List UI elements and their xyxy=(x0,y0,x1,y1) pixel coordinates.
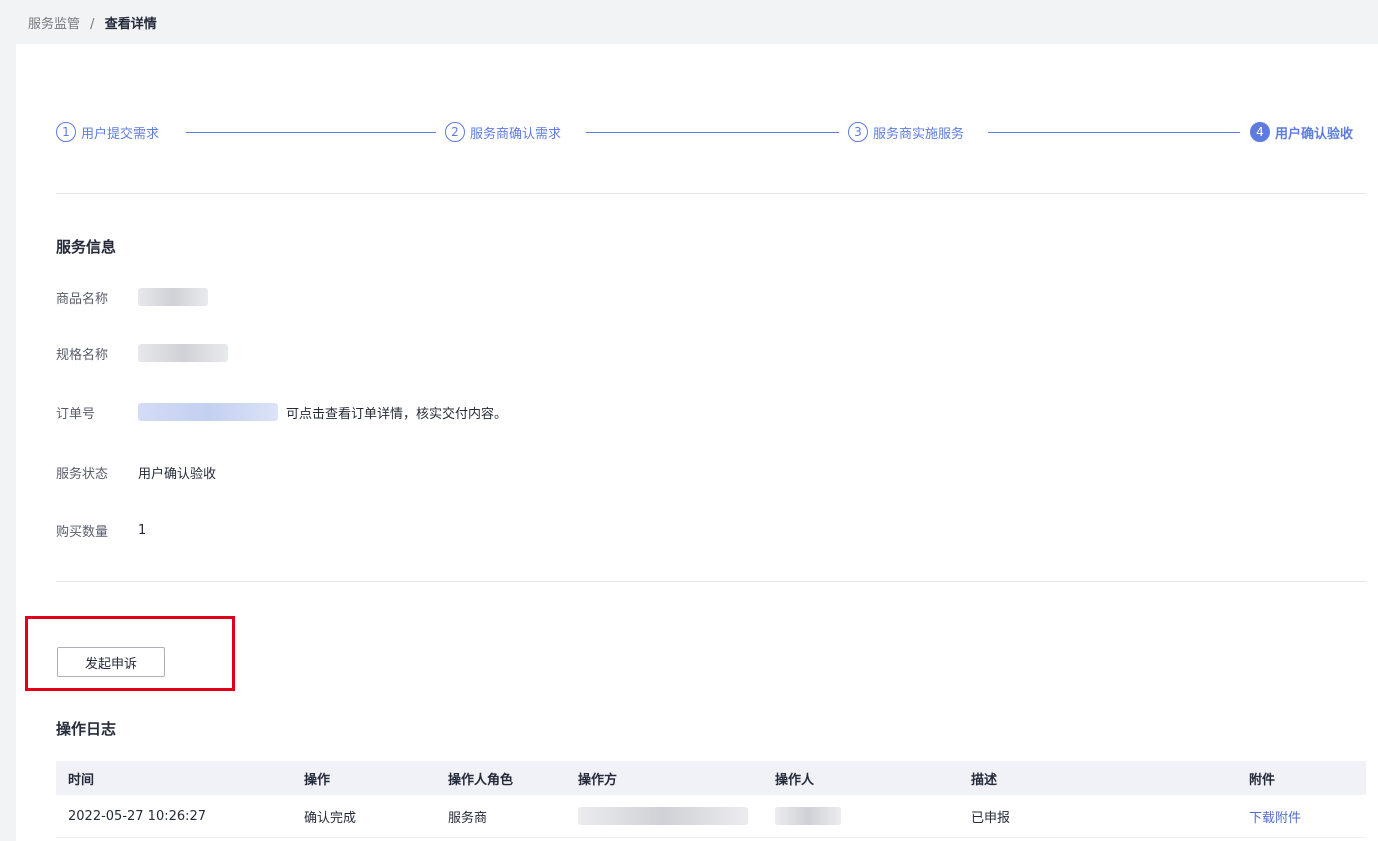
cell-role: 服务商 xyxy=(436,795,566,838)
spec-name-row: 规格名称 xyxy=(56,342,228,364)
order-note: 可点击查看订单详情，核实交付内容。 xyxy=(286,406,508,422)
quantity-row: 购买数量 1 xyxy=(56,519,146,541)
operator-redacted xyxy=(775,807,841,825)
breadcrumb: 服务监管 / 查看详情 xyxy=(28,13,157,32)
order-no-row: 订单号 可点击查看订单详情，核实交付内容。 xyxy=(56,401,507,423)
product-name-row: 商品名称 xyxy=(56,286,208,308)
service-status-value: 用户确认验收 xyxy=(138,466,217,482)
step-4-label: 用户确认验收 xyxy=(1275,126,1354,142)
step-2: 2 服务商确认需求 xyxy=(445,120,561,144)
quantity-value: 1 xyxy=(138,522,147,538)
divider-info xyxy=(56,581,1366,582)
party-redacted xyxy=(578,807,748,825)
product-name-label: 商品名称 xyxy=(56,291,109,307)
table-row: 2022-05-27 10:26:27 确认完成 服务商 已申报 下载附件 xyxy=(56,795,1366,838)
operation-log-table: 时间 操作 操作人角色 操作方 操作人 描述 附件 2022-05-27 10:… xyxy=(56,761,1366,838)
step-1-label: 用户提交需求 xyxy=(81,126,160,142)
cell-description: 已申报 xyxy=(959,795,1237,838)
order-no-label: 订单号 xyxy=(56,406,96,422)
quantity-label: 购买数量 xyxy=(56,524,109,540)
step-3-number: 3 xyxy=(848,122,868,142)
step-connector-2 xyxy=(586,132,839,133)
service-info-title: 服务信息 xyxy=(56,238,117,256)
cell-operator xyxy=(763,795,959,838)
column-role: 操作人角色 xyxy=(436,761,566,795)
service-status-row: 服务状态 用户确认验收 xyxy=(56,461,216,483)
step-4: 4 用户确认验收 xyxy=(1250,120,1353,144)
step-4-number: 4 xyxy=(1250,122,1270,142)
breadcrumb-parent[interactable]: 服务监管 xyxy=(28,17,80,32)
column-description: 描述 xyxy=(959,761,1237,795)
cell-attachment: 下载附件 xyxy=(1237,795,1366,838)
cell-action: 确认完成 xyxy=(292,795,436,838)
step-connector-1 xyxy=(186,132,436,133)
step-1: 1 用户提交需求 xyxy=(56,120,159,144)
step-2-label: 服务商确认需求 xyxy=(470,126,562,142)
appeal-button[interactable]: 发起申诉 xyxy=(57,647,165,677)
column-action: 操作 xyxy=(292,761,436,795)
product-name-value-redacted xyxy=(138,288,208,306)
cell-time: 2022-05-27 10:26:27 xyxy=(56,795,292,838)
step-connector-3 xyxy=(988,132,1240,133)
step-2-number: 2 xyxy=(445,122,465,142)
step-3: 3 服务商实施服务 xyxy=(848,120,964,144)
cell-party xyxy=(566,795,763,838)
divider-steps xyxy=(56,193,1366,194)
order-no-link-redacted[interactable] xyxy=(138,403,278,421)
column-operator: 操作人 xyxy=(763,761,959,795)
spec-name-label: 规格名称 xyxy=(56,347,109,363)
step-1-number: 1 xyxy=(56,122,76,142)
step-3-label: 服务商实施服务 xyxy=(873,126,965,142)
column-attachment: 附件 xyxy=(1237,761,1366,795)
operation-log-title: 操作日志 xyxy=(56,720,117,738)
progress-steps: 1 用户提交需求 2 服务商确认需求 3 服务商实施服务 4 用户确认验收 xyxy=(56,120,1366,144)
table-header-row: 时间 操作 操作人角色 操作方 操作人 描述 附件 xyxy=(56,761,1366,795)
column-party: 操作方 xyxy=(566,761,763,795)
breadcrumb-current: 查看详情 xyxy=(104,17,157,32)
download-attachment-link[interactable]: 下载附件 xyxy=(1249,811,1301,826)
column-time: 时间 xyxy=(56,761,292,795)
detail-card: 1 用户提交需求 2 服务商确认需求 3 服务商实施服务 4 用户确认验收 服务… xyxy=(16,44,1378,841)
service-status-label: 服务状态 xyxy=(56,466,109,482)
spec-name-value-redacted xyxy=(138,344,228,362)
breadcrumb-separator: / xyxy=(90,17,95,32)
